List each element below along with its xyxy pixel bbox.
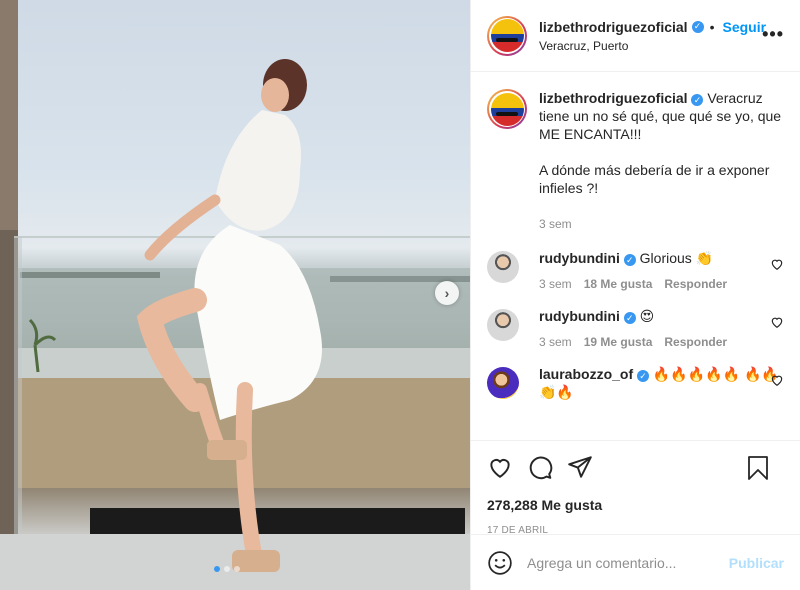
- avatar[interactable]: [487, 15, 527, 56]
- bookmark-icon[interactable]: [746, 455, 770, 481]
- avatar[interactable]: [487, 89, 527, 129]
- comment-username[interactable]: laurabozzo_of: [539, 366, 633, 382]
- carousel-dot: [214, 566, 220, 572]
- reply-button[interactable]: Responder: [664, 277, 727, 291]
- caption-time[interactable]: 3 sem: [539, 215, 784, 233]
- avatar[interactable]: [487, 309, 519, 341]
- follow-button[interactable]: Seguir: [722, 19, 766, 35]
- figure-shape: [136, 59, 322, 572]
- comment-likes[interactable]: 18 Me gusta: [584, 277, 653, 291]
- carousel-next-button[interactable]: ›: [435, 281, 459, 305]
- caption-text-2: A dónde más debería de ir a exponer infi…: [539, 162, 770, 196]
- comment-likes[interactable]: 19 Me gusta: [584, 335, 653, 349]
- comment-text: 😍: [639, 308, 655, 324]
- comment-time[interactable]: 3 sem: [539, 335, 572, 349]
- carousel-dot: [234, 566, 240, 572]
- caption-username[interactable]: lizbethrodriguezoficial: [539, 90, 688, 106]
- verified-icon: ✓: [637, 370, 650, 382]
- heart-icon[interactable]: [770, 373, 784, 387]
- comment-item: laurabozzo_of ✓ 🔥🔥🔥🔥🔥 🔥🔥👏🔥: [487, 365, 784, 401]
- verified-icon: ✓: [623, 254, 636, 266]
- publish-button[interactable]: Publicar: [729, 555, 784, 571]
- more-icon[interactable]: •••: [762, 24, 784, 45]
- post-actions: 278,288 Me gusta 17 DE ABRIL: [471, 440, 800, 540]
- post-side-panel: lizbethrodriguezoficial ✓ • Seguir Verac…: [470, 0, 800, 590]
- comment-username[interactable]: rudybundini: [539, 308, 620, 324]
- carousel-dot: [224, 566, 230, 572]
- reply-button[interactable]: Responder: [664, 335, 727, 349]
- comment-item: rudybundini ✓ Glorious 👏 3 sem 18 Me gus…: [487, 249, 784, 291]
- verified-icon: ✓: [623, 312, 636, 324]
- chevron-right-icon: ›: [444, 285, 450, 301]
- photo-illustration: [0, 0, 470, 590]
- likes-count[interactable]: 278,288 Me gusta: [487, 497, 784, 513]
- comment-username[interactable]: rudybundini: [539, 250, 620, 266]
- comment-input[interactable]: [527, 554, 729, 571]
- comment-icon[interactable]: [527, 454, 553, 480]
- author-username[interactable]: lizbethrodriguezoficial: [539, 19, 688, 35]
- post-header: lizbethrodriguezoficial ✓ • Seguir Verac…: [471, 0, 800, 72]
- heart-icon[interactable]: [487, 454, 513, 480]
- avatar[interactable]: [487, 367, 519, 399]
- carousel-indicator: [214, 566, 240, 572]
- avatar[interactable]: [487, 251, 519, 283]
- post-photo[interactable]: ›: [0, 0, 470, 590]
- post-caption: lizbethrodriguezoficial ✓ Veracruz tiene…: [487, 89, 784, 233]
- comment-text: Glorious 👏: [639, 250, 714, 266]
- comment-item: rudybundini ✓ 😍 3 sem 19 Me gusta Respon…: [487, 307, 784, 349]
- post-location[interactable]: Veracruz, Puerto: [539, 39, 784, 53]
- emoji-icon[interactable]: [487, 550, 513, 576]
- heart-icon[interactable]: [770, 257, 784, 271]
- comments-section[interactable]: lizbethrodriguezoficial ✓ Veracruz tiene…: [471, 73, 800, 440]
- comment-composer: Publicar: [471, 534, 800, 590]
- comment-time[interactable]: 3 sem: [539, 277, 572, 291]
- verified-icon: ✓: [691, 94, 704, 106]
- verified-icon: ✓: [691, 20, 704, 33]
- share-icon[interactable]: [567, 454, 593, 480]
- heart-icon[interactable]: [770, 315, 784, 329]
